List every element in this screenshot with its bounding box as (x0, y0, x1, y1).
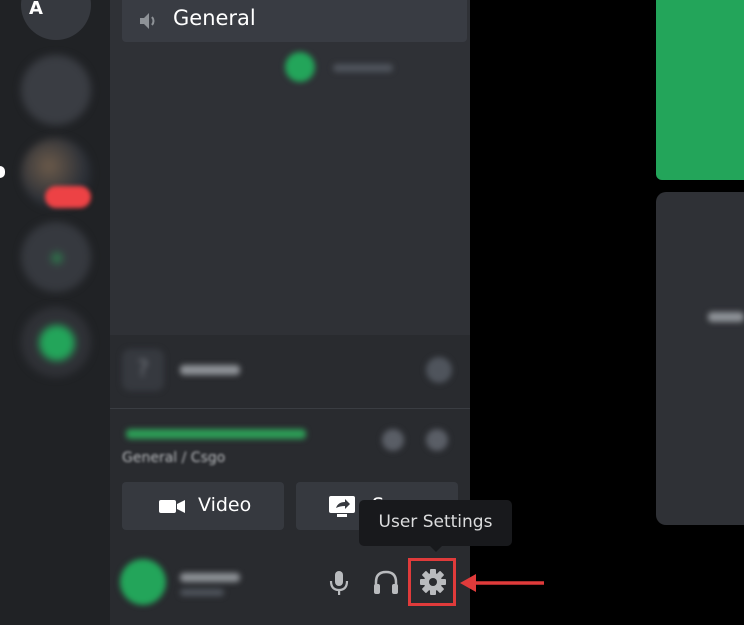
voice-channel-general[interactable]: General (122, 0, 467, 42)
activity-action-icon[interactable] (426, 357, 452, 383)
server-2-icon[interactable] (21, 55, 91, 125)
gear-highlight-box (408, 558, 456, 606)
video-button[interactable]: Video (122, 482, 284, 530)
green-content-card (656, 0, 744, 180)
server-top-icon[interactable]: A (21, 0, 91, 40)
unread-badge (45, 186, 91, 208)
voice-connected-status[interactable] (122, 423, 322, 443)
activity-icon: ? (122, 349, 164, 391)
blurred-text (708, 312, 744, 322)
server-5-icon[interactable] (21, 307, 91, 377)
user-area (110, 545, 470, 625)
voice-connection-controls (372, 427, 462, 457)
selected-server-indicator (0, 166, 5, 178)
avatar (120, 559, 166, 605)
tooltip-text: User Settings (378, 512, 493, 532)
dark-content-card (656, 192, 744, 525)
tooltip-caret (429, 545, 443, 552)
user-info[interactable] (120, 557, 260, 613)
video-button-label: Video (198, 494, 252, 516)
voice-user-name (333, 64, 393, 72)
user-tag (180, 589, 224, 596)
activity-name (180, 365, 240, 375)
avatar (285, 52, 315, 82)
speaker-icon (140, 13, 155, 29)
server-top-label: A (29, 0, 43, 19)
voice-user-row[interactable] (285, 52, 425, 88)
app-window: A General ? General / Csgo Video User Se… (0, 0, 744, 625)
user-settings-tooltip: User Settings (359, 500, 512, 552)
voice-channel-name: General (173, 6, 256, 30)
microphone-icon[interactable] (322, 565, 356, 599)
voice-connection-subtitle: General / Csgo (122, 450, 226, 466)
disconnect-icon[interactable] (426, 429, 448, 451)
server-4-icon[interactable] (21, 222, 91, 292)
username (180, 573, 240, 582)
screen-share-icon (329, 496, 355, 517)
camera-icon (159, 500, 185, 513)
activity-row[interactable]: ? (122, 345, 462, 395)
noise-suppression-icon[interactable] (382, 429, 404, 451)
divider (110, 408, 470, 409)
headphones-icon[interactable] (369, 565, 403, 599)
server-rail: A (0, 0, 110, 625)
annotation-arrow (460, 574, 544, 592)
